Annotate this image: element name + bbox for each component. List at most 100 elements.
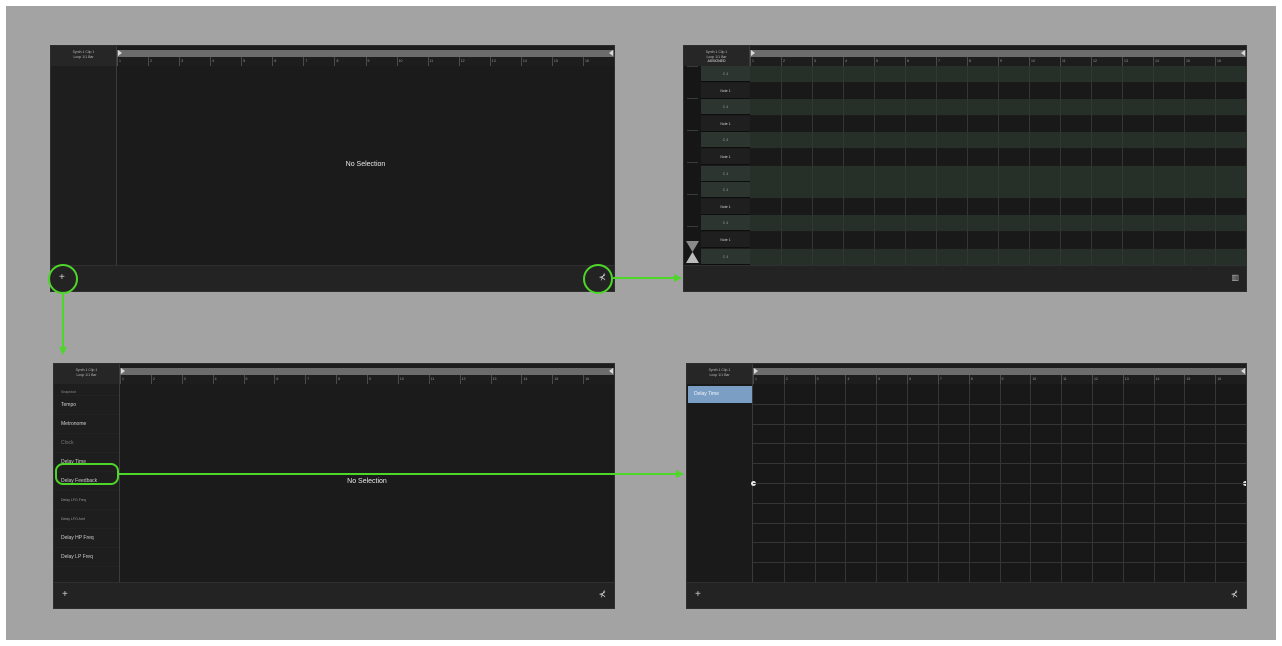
step-divider bbox=[843, 66, 844, 265]
loop-bar[interactable] bbox=[753, 368, 1246, 375]
loop-start-handle[interactable] bbox=[118, 50, 122, 56]
ruler-tick: 4 bbox=[843, 57, 847, 66]
timeline-ruler[interactable]: 1 2 3 4 5 6 7 8 9 10 11 12 13 14 15 16 bbox=[120, 364, 614, 384]
step-divider bbox=[874, 66, 875, 265]
track-slot[interactable] bbox=[687, 98, 698, 116]
parameter-item-delay-lfo-amt[interactable]: Delay LFO Amt bbox=[54, 510, 119, 529]
pad-row-label[interactable]: C 4 bbox=[701, 182, 750, 199]
pad-row-label[interactable]: C 4 bbox=[701, 132, 750, 149]
editor-area: No Selection bbox=[120, 384, 614, 582]
ruler-tick-label: 14 bbox=[522, 59, 527, 63]
ruler-tick-label: 16 bbox=[585, 377, 590, 381]
ruler-tick: 9 bbox=[367, 375, 371, 384]
ruler-tick: 7 bbox=[937, 375, 942, 384]
parameter-list[interactable] bbox=[51, 66, 117, 265]
ruler-tick-label: 10 bbox=[1032, 377, 1037, 381]
loop-bar[interactable] bbox=[117, 50, 614, 57]
pad-row-label[interactable]: Note 1 bbox=[701, 198, 750, 215]
parameter-item-metronome[interactable]: Metronome bbox=[54, 415, 119, 434]
parameter-item-clock[interactable]: Clock bbox=[54, 434, 119, 453]
ruler-tick: 13 bbox=[1122, 57, 1128, 66]
pad-row-label[interactable]: C 4 bbox=[701, 248, 750, 265]
ruler-tick-label: 14 bbox=[1155, 59, 1159, 63]
ruler-tick-label: 13 bbox=[1124, 377, 1129, 381]
no-selection-label: No Selection bbox=[347, 478, 387, 485]
step-divider bbox=[905, 66, 906, 265]
loop-start-handle[interactable] bbox=[754, 368, 758, 374]
ruler-tick-label: 12 bbox=[461, 377, 466, 381]
loop-end-handle[interactable] bbox=[609, 368, 613, 374]
ruler-tick: 12 bbox=[458, 57, 465, 66]
pad-row-label[interactable]: C 4 bbox=[701, 165, 750, 182]
ruler-tick: 5 bbox=[874, 57, 878, 66]
step-divider bbox=[1153, 66, 1154, 265]
loop-start-handle[interactable] bbox=[121, 368, 125, 374]
parameter-item-delay-lfo-freq[interactable]: Delay LFO Freq bbox=[54, 491, 119, 510]
pad-row-label[interactable]: Note 1 bbox=[701, 82, 750, 99]
timeline-ruler[interactable]: 1 2 3 4 5 6 7 8 9 10 11 12 13 14 15 16 bbox=[117, 46, 614, 66]
ruler-tick: 5 bbox=[243, 375, 248, 384]
clip-header[interactable]: Synth 1 Clip 1 Loop 1/1 Bar bbox=[54, 364, 120, 384]
scroll-triangle-icon[interactable] bbox=[686, 241, 699, 263]
pad-row-label[interactable]: C 4 bbox=[701, 66, 750, 82]
track-slot[interactable] bbox=[687, 130, 698, 148]
track-slot[interactable] bbox=[687, 66, 698, 84]
track-slot[interactable] bbox=[687, 194, 698, 212]
ruler-tick: 9 bbox=[365, 57, 369, 66]
ruler-tick: 2 bbox=[781, 57, 785, 66]
fx-button[interactable]: ⊀ bbox=[598, 589, 606, 600]
ruler-tick-label: 16 bbox=[584, 59, 589, 63]
parameter-section-header: Snapshot bbox=[54, 384, 119, 396]
editor-area: No Selection bbox=[117, 66, 614, 265]
pad-row-label[interactable]: C 4 bbox=[701, 215, 750, 232]
add-parameter-button[interactable]: + bbox=[62, 589, 68, 600]
automation-grid[interactable] bbox=[751, 384, 1246, 582]
ruler-tick-label: 8 bbox=[338, 377, 341, 381]
ruler-tick-label: 15 bbox=[1186, 59, 1190, 63]
selected-parameter-delay-time[interactable]: Delay Time bbox=[688, 386, 752, 403]
grid-row-line bbox=[753, 463, 1246, 465]
ruler-tick-label: 3 bbox=[181, 59, 184, 63]
grid-view-icon[interactable]: ▥ bbox=[1231, 273, 1239, 282]
ruler-tick-label: 11 bbox=[429, 59, 434, 63]
timeline-ruler[interactable]: 1 2 3 4 5 6 7 8 9 10 11 12 13 14 15 16 bbox=[753, 364, 1246, 384]
loop-bar[interactable] bbox=[120, 368, 614, 375]
ruler-tick-label: 7 bbox=[938, 59, 940, 63]
parameter-item-tempo[interactable]: Tempo bbox=[54, 396, 119, 415]
clip-header[interactable]: Synth 1 Clip 1 Loop 1/1 Bar bbox=[51, 46, 117, 66]
loop-end-handle[interactable] bbox=[1241, 50, 1245, 56]
footer-bar: ▥ bbox=[684, 265, 1246, 291]
parameter-item-delay-lp-freq[interactable]: Delay LP Freq bbox=[54, 548, 119, 567]
parameter-item-delay-hp-freq[interactable]: Delay HP Freq bbox=[54, 529, 119, 548]
ruler-tick-label: 3 bbox=[183, 377, 186, 381]
pad-row-label[interactable]: C 4 bbox=[701, 99, 750, 116]
grid-row-line bbox=[753, 562, 1246, 564]
step-divider bbox=[781, 66, 782, 265]
ruler-tick-label: 4 bbox=[212, 59, 215, 63]
sequencer-grid[interactable] bbox=[750, 66, 1246, 265]
pad-row-label[interactable]: Note 1 bbox=[701, 149, 750, 165]
clip-loop-info: Loop 1/1 Bar bbox=[73, 54, 94, 59]
clip-header[interactable]: Synth 1 Clip 1 Loop 1/1 Bar bbox=[687, 364, 753, 384]
ruler-tick: 9 bbox=[999, 375, 1003, 384]
loop-end-handle[interactable] bbox=[1241, 368, 1245, 374]
clip-header[interactable]: Synth 1 Clip 1 Loop 1/1 Bar ASSIGNED bbox=[684, 46, 750, 66]
loop-bar[interactable] bbox=[750, 50, 1246, 57]
timeline-ruler[interactable]: 1 2 3 4 5 6 7 8 9 10 11 12 13 14 15 16 bbox=[750, 46, 1246, 66]
pad-row-label[interactable]: Note 1 bbox=[701, 115, 750, 132]
ruler-tick-label: 7 bbox=[307, 377, 310, 381]
loop-start-handle[interactable] bbox=[751, 50, 755, 56]
ruler-tick-label: 14 bbox=[1155, 377, 1160, 381]
ruler-tick: 10 bbox=[1030, 375, 1036, 384]
ruler-tick-label: 12 bbox=[1093, 59, 1097, 63]
arrow-delay-time-to-automation bbox=[119, 473, 677, 475]
loop-end-handle[interactable] bbox=[609, 50, 613, 56]
ruler-tick-label: 5 bbox=[245, 377, 248, 381]
ruler-tick: 5 bbox=[876, 375, 880, 384]
track-slot[interactable] bbox=[687, 162, 698, 180]
pad-row-label[interactable]: Note 1 bbox=[701, 232, 750, 248]
clip-loop-info: Loop 1/1 Bar bbox=[709, 372, 730, 377]
add-parameter-button[interactable]: + bbox=[695, 589, 701, 600]
ruler-tick: 6 bbox=[905, 57, 909, 66]
fx-button[interactable]: ⊀ bbox=[1230, 589, 1238, 600]
